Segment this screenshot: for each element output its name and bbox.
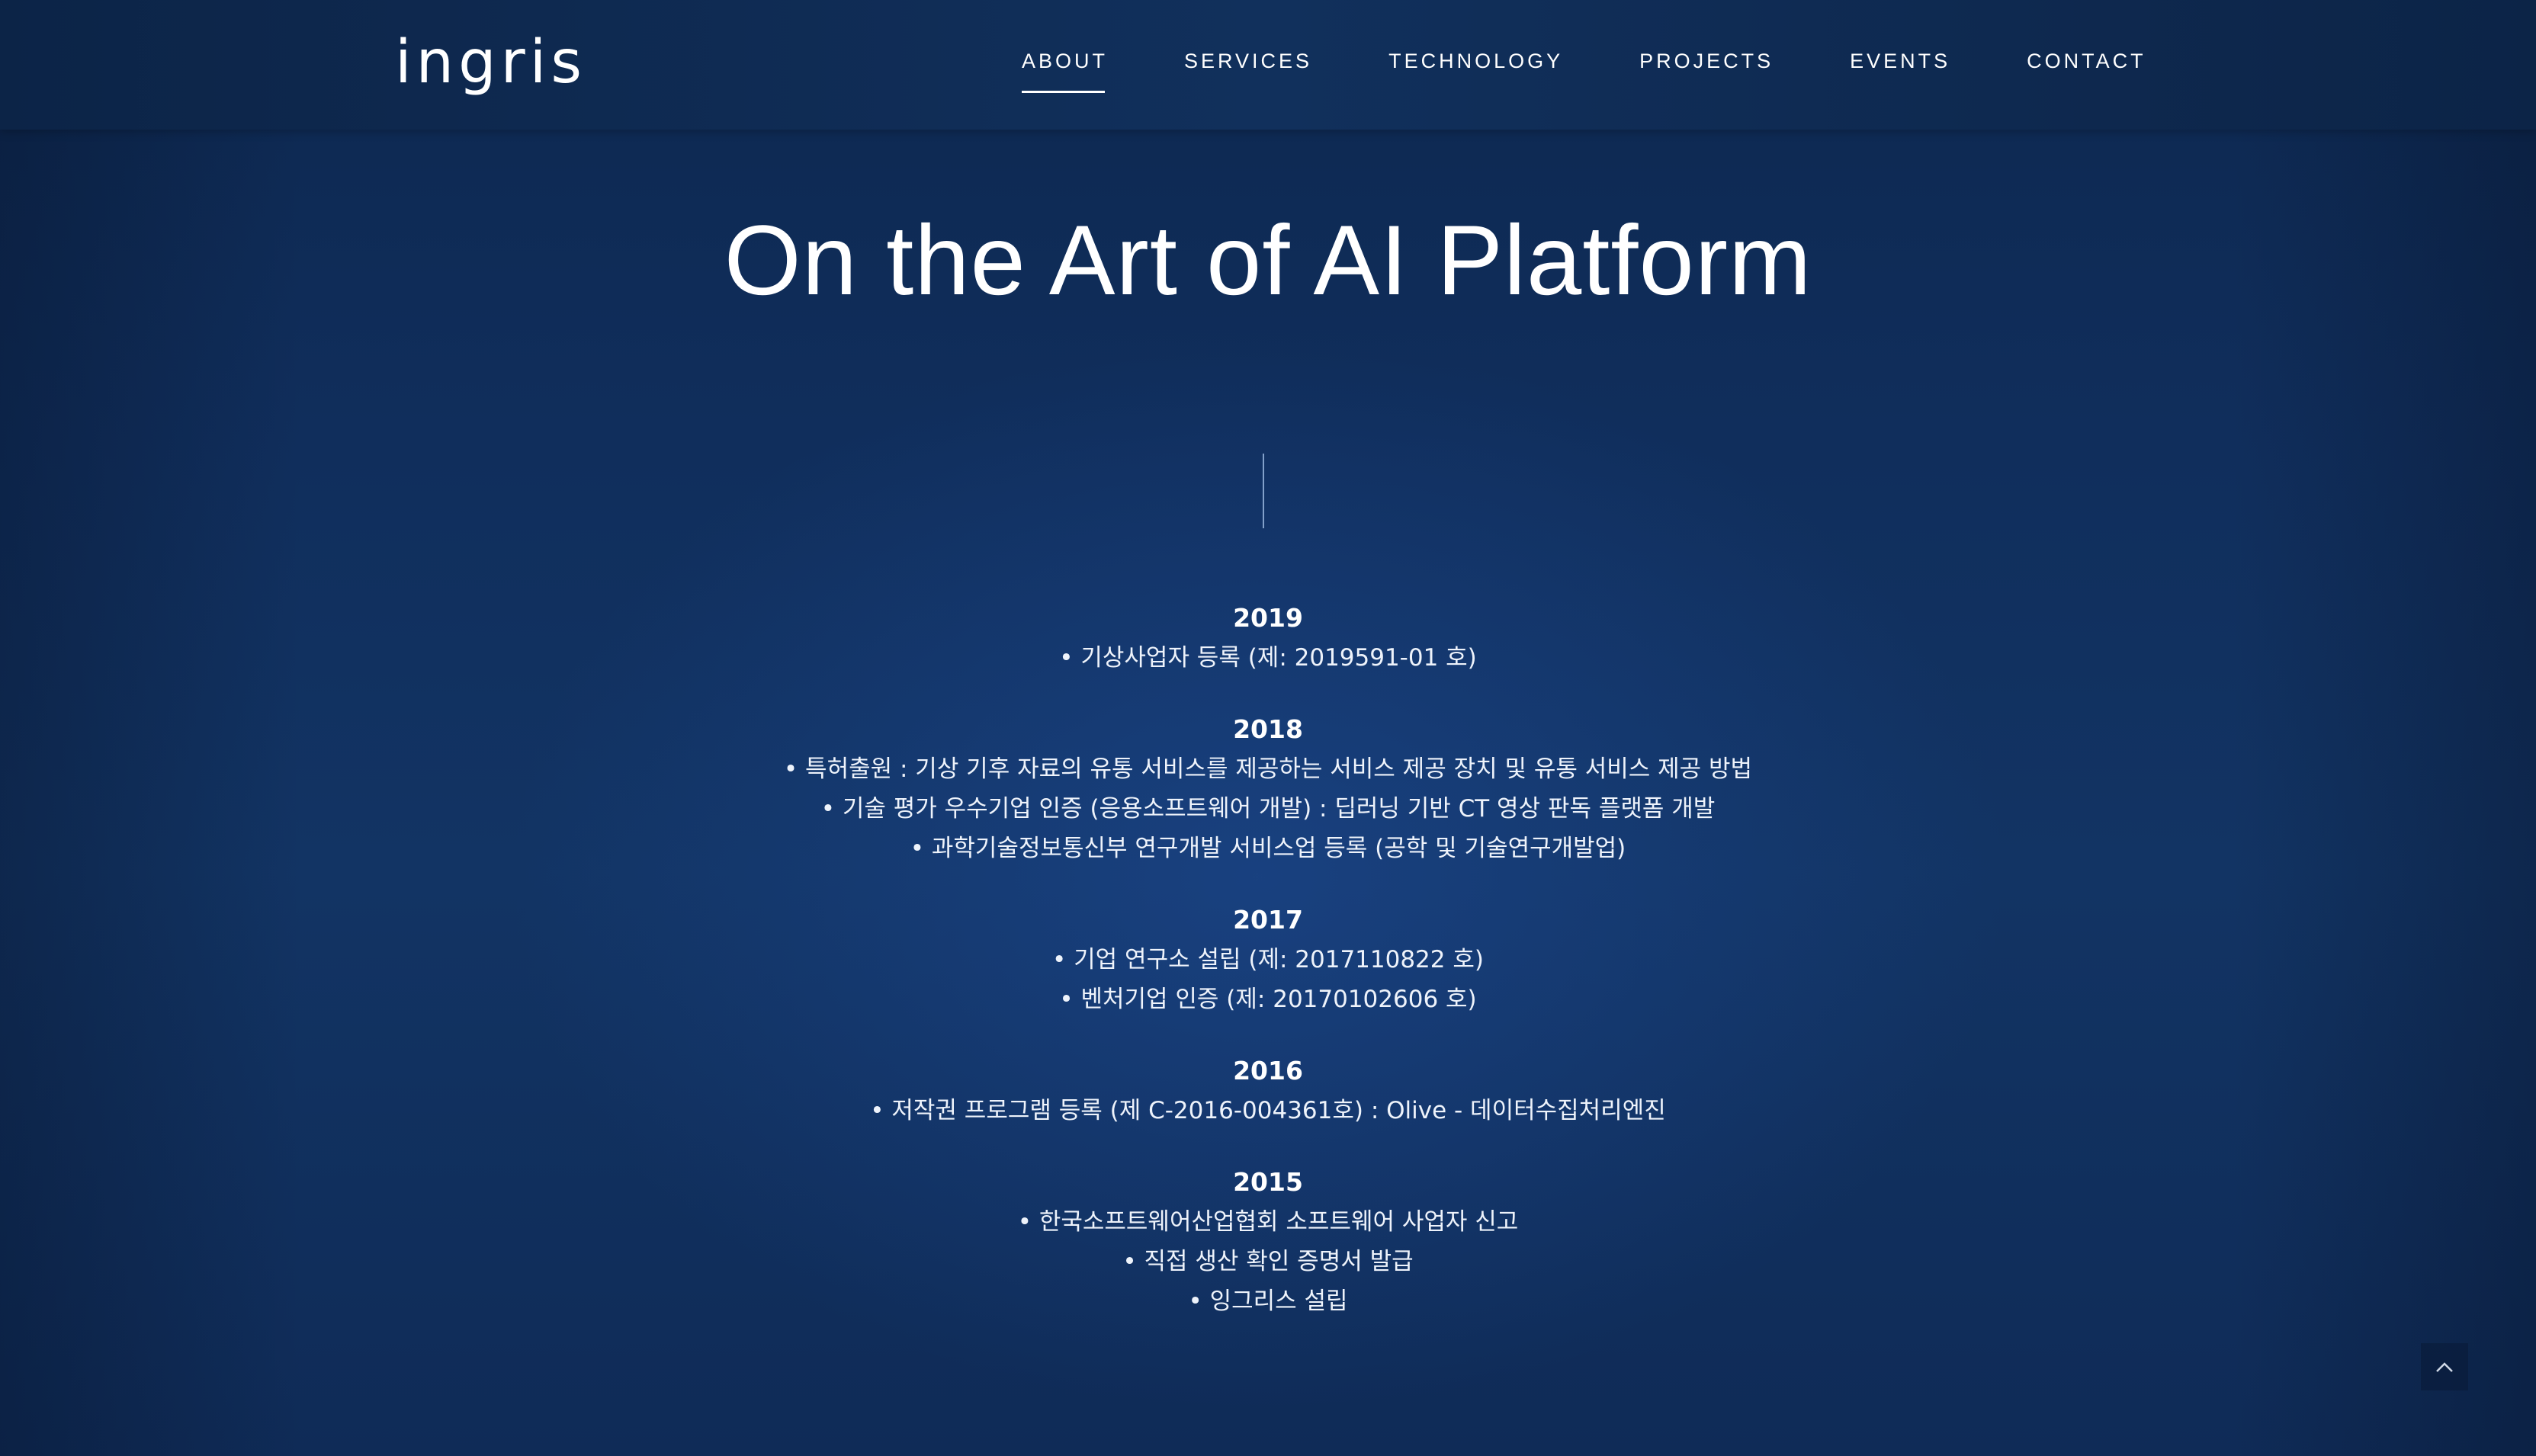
- year-block-2019: 2019 • 기상사업자 등록 (제: 2019591-01 호): [0, 598, 2536, 678]
- vertical-divider: [1263, 454, 1264, 528]
- main-nav: ABOUT SERVICES TECHNOLOGY PROJECTS EVENT…: [1022, 0, 2223, 122]
- chevron-up-icon: [2436, 1362, 2453, 1372]
- year-label: 2017: [1233, 905, 1303, 935]
- timeline-entry: • 저작권 프로그램 등록 (제 C-2016-004361호) : Olive…: [870, 1097, 1666, 1124]
- timeline-entry: • 기업 연구소 설립 (제: 2017110822 호): [1052, 946, 1484, 973]
- timeline-entry: • 특허출원 : 기상 기후 자료의 유통 서비스를 제공하는 서비스 제공 장…: [783, 755, 1753, 783]
- nav-item-projects[interactable]: PROJECTS: [1639, 50, 1774, 73]
- year-label: 2015: [1233, 1167, 1303, 1197]
- year-block-2015: 2015 • 한국소프트웨어산업협회 소프트웨어 사업자 신고 • 직접 생산 …: [0, 1163, 2536, 1321]
- timeline-entry: • 기상사업자 등록 (제: 2019591-01 호): [1059, 644, 1477, 672]
- year-block-2018: 2018 • 특허출원 : 기상 기후 자료의 유통 서비스를 제공하는 서비스…: [0, 710, 2536, 868]
- history-timeline: 2019 • 기상사업자 등록 (제: 2019591-01 호) 2018 •…: [0, 598, 2536, 1353]
- timeline-entry: • 벤처기업 인증 (제: 20170102606 호): [1059, 986, 1477, 1013]
- nav-item-events[interactable]: EVENTS: [1850, 50, 1950, 73]
- page-title: On the Art of AI Platform: [724, 204, 1812, 316]
- timeline-entry: • 직접 생산 확인 증명서 발급: [1122, 1248, 1414, 1275]
- timeline-entry: • 기술 평가 우수기업 인증 (응용소프트웨어 개발) : 딥러닝 기반 CT…: [820, 795, 1716, 823]
- logo-text: ingris: [395, 28, 586, 97]
- year-label: 2016: [1233, 1056, 1303, 1086]
- year-label: 2018: [1233, 714, 1303, 744]
- nav-item-services[interactable]: SERVICES: [1184, 50, 1312, 73]
- year-label: 2019: [1233, 603, 1303, 633]
- year-block-2017: 2017 • 기업 연구소 설립 (제: 2017110822 호) • 벤처기…: [0, 900, 2536, 1019]
- timeline-entry: • 과학기술정보통신부 연구개발 서비스업 등록 (공학 및 기술연구개발업): [910, 835, 1626, 862]
- timeline-entry: • 한국소프트웨어산업협회 소프트웨어 사업자 신고: [1017, 1208, 1519, 1236]
- nav-item-contact[interactable]: CONTACT: [2027, 50, 2146, 73]
- scroll-to-top-button[interactable]: [2421, 1343, 2468, 1390]
- nav-item-about[interactable]: ABOUT: [1022, 50, 1108, 93]
- nav-item-technology[interactable]: TECHNOLOGY: [1388, 50, 1563, 73]
- site-header: ingris ABOUT SERVICES TECHNOLOGY PROJECT…: [0, 0, 2536, 130]
- brand-logo[interactable]: ingris: [395, 32, 586, 93]
- year-block-2016: 2016 • 저작권 프로그램 등록 (제 C-2016-004361호) : …: [0, 1051, 2536, 1130]
- timeline-entry: • 잉그리스 설립: [1188, 1288, 1348, 1315]
